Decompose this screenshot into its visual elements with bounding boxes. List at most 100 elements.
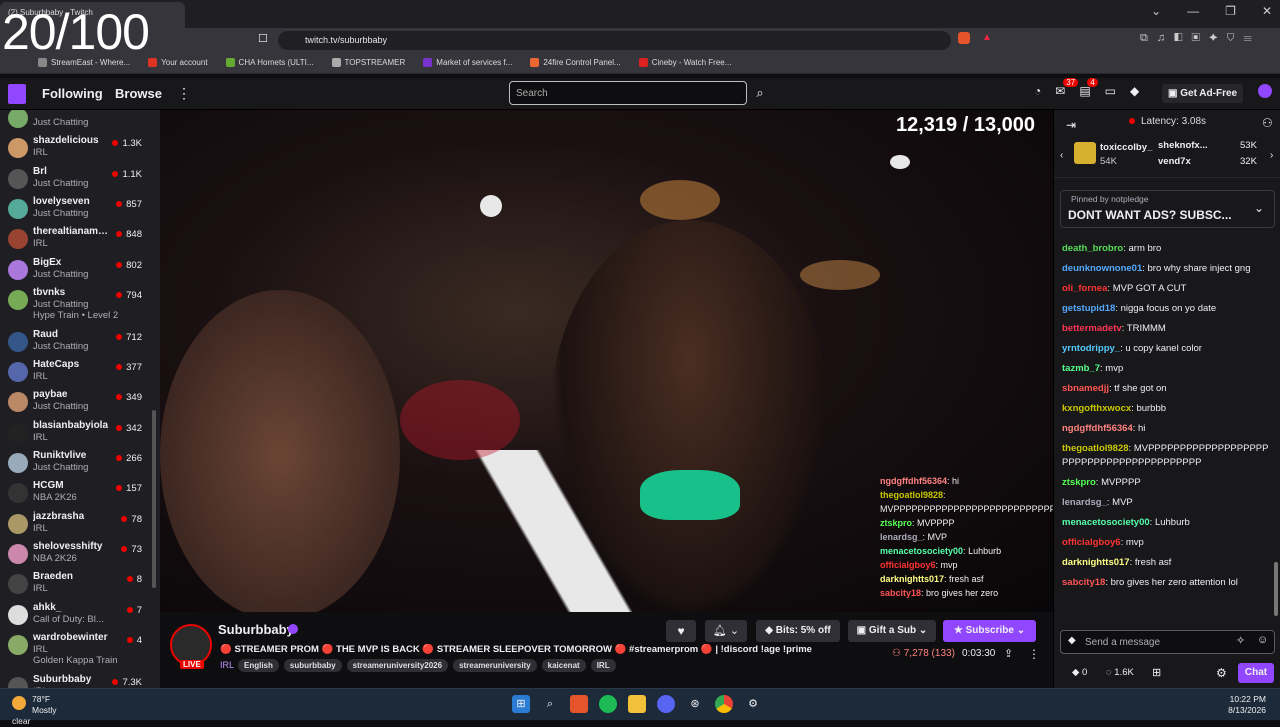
whispers-icon[interactable]: ▭ <box>1105 84 1116 98</box>
category-link[interactable]: IRL <box>220 660 234 670</box>
bits-icon[interactable]: ◆ <box>1130 84 1139 98</box>
gear-icon[interactable]: ⚙ <box>1216 666 1227 680</box>
follow-heart-button[interactable]: ♥ <box>666 620 696 642</box>
notifications-icon[interactable]: ✉ 37 <box>1055 78 1079 98</box>
sidebar-channel[interactable]: jazzbrasha IRL 78 <box>0 510 150 540</box>
sidebar-channel[interactable]: therealtianamu... IRL 848 <box>0 225 150 255</box>
chat-username[interactable]: bettermadetv <box>1062 323 1122 334</box>
discord-icon[interactable] <box>657 695 675 713</box>
close-button[interactable]: ✕ <box>1262 4 1272 18</box>
channel-points[interactable]: ◌ 1.6K <box>1106 667 1134 678</box>
chat-send-button[interactable]: Chat <box>1238 663 1274 683</box>
twitch-logo-icon[interactable] <box>8 84 26 104</box>
bookmark-item[interactable]: CHA Hornets (ULTI... <box>225 58 314 67</box>
chat-username[interactable]: yrntodrippy_ <box>1062 343 1120 354</box>
sidebar-channel[interactable]: shelovesshifty NBA 2K26 73 <box>0 540 150 570</box>
search-input[interactable]: Search <box>509 81 747 105</box>
chat-username[interactable]: thegoatlol9828 <box>1062 443 1129 454</box>
bits-button[interactable]: ◆ Bits: 5% off <box>756 620 840 642</box>
share-icon[interactable]: ⇪ <box>1004 647 1013 660</box>
chat-username[interactable]: oli_fornea <box>1062 283 1107 294</box>
url-field[interactable]: twitch.tv/suburbbaby <box>278 31 951 50</box>
video-player[interactable]: 12,319 / 13,000 ngdgffdhf56364: hi thegoa… <box>160 110 1053 612</box>
bookmark-item[interactable]: Your account <box>148 58 208 67</box>
sidebar-channel[interactable]: Raud Just Chatting 712 <box>0 328 150 358</box>
channel-name[interactable]: Suburbbaby <box>218 622 294 637</box>
leaderboard-next-icon[interactable]: › <box>1270 150 1273 161</box>
bits-input-icon[interactable]: ◆ <box>1068 635 1076 646</box>
bits-balance[interactable]: ◆ 0 <box>1072 667 1087 678</box>
sidebar-channel[interactable]: Brl Just Chatting 1.1K <box>0 165 150 195</box>
sidebar-channel[interactable]: Braeden IRL 8 <box>0 570 150 600</box>
extension-icons[interactable]: ⧉♫◧▣✦⛉☰ <box>1140 32 1261 45</box>
chat-username[interactable]: death_brobro <box>1062 243 1123 254</box>
sidebar-channel[interactable]: BigEx Just Chatting 802 <box>0 256 150 286</box>
chat-scrollbar[interactable] <box>1274 562 1278 616</box>
sidebar-channel[interactable]: Just Chatting <box>0 110 150 134</box>
search-icon[interactable]: ⌕ <box>541 695 559 713</box>
file-explorer-icon[interactable] <box>628 695 646 713</box>
gift-icon[interactable]: ⊞ <box>1152 666 1161 679</box>
weather-widget[interactable]: 78°F Mostly clear <box>12 694 57 727</box>
prime-icon[interactable]: ◔ <box>1034 84 1041 98</box>
user-avatar[interactable] <box>1258 84 1272 98</box>
system-clock[interactable]: 10:22 PM 8/13/2026 <box>1228 694 1266 716</box>
bookmark-item[interactable]: TOPSTREAMER <box>331 58 405 67</box>
stream-tag[interactable]: streameruniversity <box>453 659 537 672</box>
sidebar-channel[interactable]: lovelyseven Just Chatting 857 <box>0 195 150 225</box>
subscribe-button[interactable]: ★ Subscribe ⌄ <box>943 620 1036 642</box>
sidebar-channel[interactable]: shazdelicious IRL 1.3K <box>0 134 150 164</box>
chrome-icon[interactable] <box>715 695 733 713</box>
chat-username[interactable]: ztskpro <box>1062 477 1096 488</box>
search-icon[interactable]: ⌕ <box>748 81 772 105</box>
chat-username[interactable]: ngdgffdhf56364 <box>1062 423 1133 434</box>
tab-list-icon[interactable]: ⌄ <box>1151 4 1161 18</box>
chat-username[interactable]: lenardsg_ <box>1062 497 1107 508</box>
settings-icon[interactable]: ⚙ <box>744 695 762 713</box>
brave-icon[interactable] <box>570 695 588 713</box>
leaderboard-prev-icon[interactable]: ‹ <box>1060 150 1063 161</box>
sidebar-channel[interactable]: wardrobewinter IRL 4 Golden Kappa Train <box>0 631 150 666</box>
bookmark-item[interactable]: 24fire Control Panel... <box>530 58 621 67</box>
sidebar-scrollbar[interactable] <box>152 410 156 588</box>
chat-username[interactable]: getstupid18 <box>1062 303 1115 314</box>
chevron-down-icon[interactable]: ⌄ <box>1254 201 1264 215</box>
spotify-icon[interactable] <box>599 695 617 713</box>
notification-bell-button[interactable]: 🔔︎ ⌄ <box>705 620 747 642</box>
community-icon[interactable]: ⚇ <box>1262 116 1273 130</box>
bookmark-item[interactable]: Market of services f... <box>423 58 512 67</box>
nav-following[interactable]: Following <box>42 86 103 101</box>
chat-username[interactable]: sabcity18 <box>1062 577 1105 588</box>
bookmark-item[interactable]: Cineby - Watch Free... <box>638 58 731 67</box>
inbox-icon[interactable]: ▤ 4 <box>1079 78 1098 98</box>
stream-tag[interactable]: suburbbaby <box>283 659 342 672</box>
chat-username[interactable]: kxngofthxwocx <box>1062 403 1131 414</box>
sidebar-channel[interactable]: HCGM NBA 2K26 157 <box>0 479 150 509</box>
stream-tag[interactable]: IRL <box>590 659 616 672</box>
pinned-message[interactable]: Pinned by notpledge DONT WANT ADS? SUBSC… <box>1060 190 1275 228</box>
sidebar-channel[interactable]: ahkk_ Call of Duty: Bl... 7 <box>0 601 150 631</box>
sidebar-channel[interactable]: Runiktvlive Just Chatting 266 <box>0 449 150 479</box>
chat-username[interactable]: tazmb_7 <box>1062 363 1100 374</box>
sidebar-channel[interactable]: paybae Just Chatting 349 <box>0 388 150 418</box>
sidebar-channel[interactable]: tbvnks Just Chatting 794 Hype Train • Level… <box>0 286 150 321</box>
app-icon[interactable]: ⊛ <box>686 695 704 713</box>
stream-tag[interactable]: kaicenat <box>541 659 586 672</box>
stream-tag[interactable]: English <box>238 659 279 672</box>
rewards-icon[interactable]: ▲ <box>982 32 992 43</box>
chat-username[interactable]: deunknownone01 <box>1062 263 1142 274</box>
chat-username[interactable]: sbnamedjj <box>1062 383 1109 394</box>
gift-sub-button[interactable]: ▣ Gift a Sub ⌄ <box>848 620 936 642</box>
start-icon[interactable]: ⊞ <box>512 695 530 713</box>
chat-username[interactable]: officialgboy6 <box>1062 537 1121 548</box>
emoji-icon[interactable]: ☺ <box>1257 634 1268 646</box>
sidebar-channel[interactable]: blasianbabyiola IRL 342 <box>0 419 150 449</box>
stream-tag[interactable]: streameruniversity2026 <box>346 659 449 672</box>
sidebar-channel[interactable]: SuburbbabyIRL7.3K <box>0 673 150 688</box>
maximize-button[interactable]: ❐ <box>1225 4 1236 18</box>
chat-username[interactable]: darknightts017 <box>1062 557 1130 568</box>
chat-username[interactable]: menacetosociety00 <box>1062 517 1150 528</box>
bookmark-icon[interactable]: ☐ <box>258 32 268 45</box>
more-options-icon[interactable]: ⋮ <box>1028 647 1040 661</box>
brave-shield-icon[interactable] <box>958 32 970 44</box>
